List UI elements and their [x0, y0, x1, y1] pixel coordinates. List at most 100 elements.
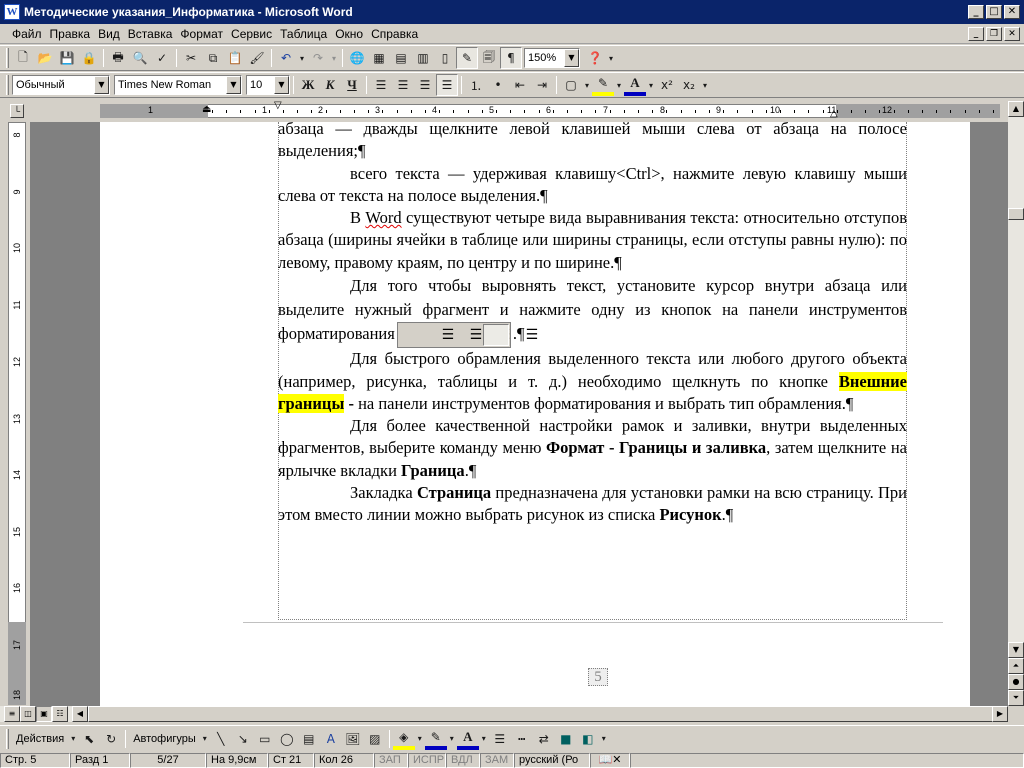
arrow-icon[interactable]: ↘	[232, 728, 254, 750]
fill-dropdown-icon[interactable]: ▾	[415, 728, 425, 750]
paragraph[interactable]: Для быстрого обрамления выделенного текс…	[278, 348, 907, 415]
menu-window[interactable]: Окно	[331, 27, 367, 41]
menu-table[interactable]: Таблица	[276, 27, 331, 41]
shadow-icon[interactable]: ■	[555, 728, 577, 750]
decrease-indent-icon[interactable]: ⇤	[509, 74, 531, 96]
subscript-button[interactable]: x₂	[678, 74, 700, 96]
new-document-icon[interactable]: 🗋	[12, 47, 34, 69]
open-folder-icon[interactable]: 📂	[34, 47, 56, 69]
minimize-icon[interactable]: _	[968, 5, 984, 19]
highlight-dropdown-icon[interactable]: ▾	[614, 74, 624, 96]
drawing-icon[interactable]: ✎	[456, 47, 478, 69]
normal-view-icon[interactable]: ≡	[4, 706, 20, 722]
document-map-icon[interactable]: 🗐	[478, 47, 500, 69]
font-color-dropdown-icon[interactable]: ▾	[646, 74, 656, 96]
document-page[interactable]: абзаца — дважды щелкните левой клавишей …	[100, 122, 970, 706]
rectangle-icon[interactable]: ▭	[254, 728, 276, 750]
insert-excel-icon[interactable]: ▥	[412, 47, 434, 69]
bullets-icon[interactable]: •	[487, 74, 509, 96]
status-extend[interactable]: ВДЛ	[446, 752, 480, 768]
arrow-style-icon[interactable]: ⇄	[533, 728, 555, 750]
horizontal-scroll-thumb[interactable]	[88, 706, 994, 722]
doc-minimize-icon[interactable]: _	[968, 26, 984, 41]
browse-object-icon[interactable]: ●	[1008, 674, 1024, 690]
insert-table-icon[interactable]: ▤	[390, 47, 412, 69]
vertical-scrollbar[interactable]	[1008, 101, 1024, 706]
style-dropdown-icon[interactable]: ▼	[94, 76, 109, 94]
tables-borders-icon[interactable]: ▦	[368, 47, 390, 69]
doc-restore-icon[interactable]: ❐	[986, 26, 1002, 41]
previous-page-icon[interactable]: ⏶	[1008, 658, 1024, 674]
redo-dropdown-icon[interactable]: ▾	[329, 47, 339, 69]
paste-icon[interactable]: 📋	[224, 47, 246, 69]
status-track[interactable]: ИСПР	[408, 752, 446, 768]
close-icon[interactable]: ✕	[1004, 5, 1020, 19]
word-app-icon[interactable]: W	[4, 4, 20, 20]
document-area[interactable]: абзаца — дважды щелкните левой клавишей …	[30, 122, 1008, 706]
font-size-dropdown-icon[interactable]: ▼	[274, 76, 289, 94]
cut-icon[interactable]: ✂	[180, 47, 202, 69]
web-view-icon[interactable]: ◫	[20, 706, 36, 722]
bold-button[interactable]: Ж	[297, 74, 319, 96]
document-text[interactable]: абзаца — дважды щелкните левой клавишей …	[278, 122, 907, 527]
help-icon[interactable]: ❓	[584, 47, 606, 69]
menu-file[interactable]: Файл	[8, 27, 46, 41]
autoshapes-menu[interactable]: Автофигуры	[129, 733, 200, 745]
left-indent-marker-icon[interactable]: ⏏	[202, 104, 211, 115]
highlight-icon[interactable]: ✎	[592, 74, 614, 96]
status-column[interactable]: Кол 26	[314, 752, 374, 768]
format-painter-icon[interactable]: 🖌	[246, 47, 268, 69]
status-section[interactable]: Разд 1	[70, 752, 130, 768]
paragraph[interactable]: абзаца — дважды щелкните левой клавишей …	[278, 122, 907, 163]
font-size-combo[interactable]: 10 ▼	[246, 75, 290, 95]
font-color-dropdown-icon[interactable]: ▾	[479, 728, 489, 750]
undo-dropdown-icon[interactable]: ▾	[297, 47, 307, 69]
oval-icon[interactable]: ◯	[276, 728, 298, 750]
print-icon[interactable]: 🖶	[107, 47, 129, 69]
line-icon[interactable]: ╲	[210, 728, 232, 750]
align-center-icon[interactable]: ☰	[392, 74, 414, 96]
undo-icon[interactable]: ↶	[275, 47, 297, 69]
columns-icon[interactable]: ▯	[434, 47, 456, 69]
status-record[interactable]: ЗАП	[374, 752, 408, 768]
spelling-icon[interactable]: ✓	[151, 47, 173, 69]
actions-menu[interactable]: Действия	[12, 733, 68, 745]
style-combo[interactable]: Обычный ▼	[12, 75, 110, 95]
3d-icon[interactable]: ◧	[577, 728, 599, 750]
paragraph[interactable]: Для того чтобы выровнять текст, установи…	[278, 274, 907, 349]
superscript-button[interactable]: x²	[656, 74, 678, 96]
outline-view-icon[interactable]: ☷	[52, 706, 68, 722]
menu-edit[interactable]: Правка	[46, 27, 95, 41]
status-language[interactable]: русский (Ро	[514, 752, 590, 768]
increase-indent-icon[interactable]: ⇥	[531, 74, 553, 96]
copy-icon[interactable]: ⧉	[202, 47, 224, 69]
select-objects-icon[interactable]: ⬉	[78, 728, 100, 750]
clipart-icon[interactable]: 🖼	[342, 728, 364, 750]
align-left-icon[interactable]: ☰	[370, 74, 392, 96]
status-overtype[interactable]: ЗАМ	[480, 752, 514, 768]
status-line[interactable]: Ст 21	[268, 752, 314, 768]
permission-icon[interactable]: 🔒	[78, 47, 100, 69]
italic-button[interactable]: К	[319, 74, 341, 96]
first-line-indent-icon[interactable]: ▽	[274, 100, 282, 111]
actions-dropdown-icon[interactable]: ▾	[68, 728, 78, 750]
print-layout-icon[interactable]: ▣	[36, 706, 52, 722]
textbox-icon[interactable]: ▤	[298, 728, 320, 750]
fill-color-icon[interactable]: ◈	[392, 728, 415, 750]
font-color-icon[interactable]: A	[456, 728, 479, 750]
save-icon[interactable]: 💾	[56, 47, 78, 69]
scroll-up-icon[interactable]: ▲	[1008, 101, 1024, 117]
maximize-icon[interactable]: □	[986, 5, 1002, 19]
menu-insert[interactable]: Вставка	[124, 27, 177, 41]
paragraph[interactable]: В Word существуют четыре вида выравниван…	[278, 207, 907, 274]
toolbar-options-icon[interactable]: ▾	[599, 728, 609, 750]
status-page-count[interactable]: 5/27	[130, 752, 206, 768]
wordart-icon[interactable]: A	[320, 728, 342, 750]
line-color-dropdown-icon[interactable]: ▾	[447, 728, 457, 750]
rotate-icon[interactable]: ↻	[100, 728, 122, 750]
justify-icon[interactable]: ☰	[436, 74, 458, 96]
dash-style-icon[interactable]: ┅	[511, 728, 533, 750]
vertical-scroll-thumb[interactable]	[1008, 208, 1024, 220]
menu-help[interactable]: Справка	[367, 27, 422, 41]
font-combo[interactable]: Times New Roman ▼	[114, 75, 242, 95]
